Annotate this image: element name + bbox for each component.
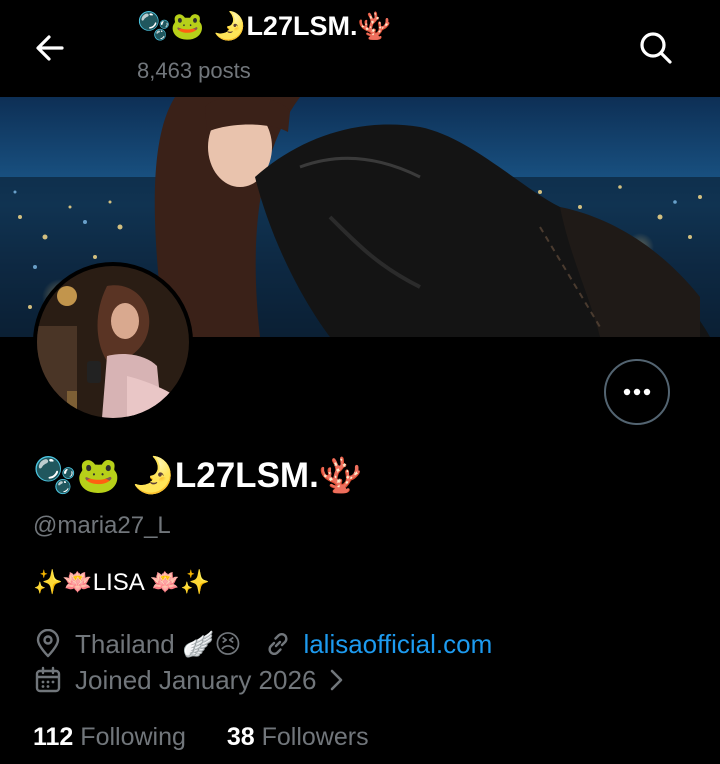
display-name-emoji-suffix: 🪸 <box>318 456 363 496</box>
profile-website-link[interactable]: lalisaofficial.com <box>303 629 492 660</box>
profile-meta-row: Thailand 🪽😣 lalisaofficial.com <box>33 626 492 662</box>
display-name-text: L27LSM. <box>174 456 319 495</box>
header-post-count: 8,463 posts <box>137 58 251 83</box>
followers-label: Followers <box>261 723 369 751</box>
profile-joined-row: Joined January 2026 <box>33 662 348 698</box>
following-stat[interactable]: 112 Following <box>33 723 186 752</box>
profile-joined-date: Joined January 2026 <box>75 664 317 695</box>
followers-stat[interactable]: 38 Followers <box>227 723 369 752</box>
link-icon <box>268 632 288 656</box>
header-title: 🫧🐸 🌛L27LSM.🪸 <box>137 10 391 42</box>
top-bar: 🫧🐸 🌛L27LSM.🪸 8,463 posts <box>0 0 720 97</box>
profile-stats: 112 Following 38 Followers <box>33 723 369 752</box>
calendar-icon <box>35 666 61 693</box>
header-title-emoji-suffix: 🪸 <box>357 11 392 42</box>
followers-count: 38 <box>226 723 255 751</box>
profile-bio: ✨🪷LISA 🪷✨ <box>33 569 210 596</box>
more-dots-icon <box>623 388 651 396</box>
profile-display-name: 🫧🐸 🌛L27LSM.🪸 <box>33 455 362 496</box>
chevron-right-icon[interactable] <box>324 665 348 695</box>
display-name-emoji-prefix: 🫧🐸 🌛 <box>33 456 175 496</box>
profile-location: Thailand 🪽😣 <box>75 628 242 659</box>
header-title-emoji-prefix: 🫧🐸 🌛 <box>137 11 247 42</box>
search-icon <box>640 32 672 64</box>
location-pin-icon <box>36 629 60 658</box>
profile-avatar[interactable] <box>33 262 193 422</box>
profile-handle: @maria27_L <box>33 512 171 539</box>
back-arrow-icon <box>36 35 64 61</box>
search-button[interactable] <box>636 28 676 68</box>
back-button[interactable] <box>30 28 70 68</box>
following-label: Following <box>80 723 186 751</box>
more-options-button[interactable] <box>604 359 670 425</box>
header-title-name: L27LSM. <box>246 11 358 41</box>
following-count: 112 <box>33 723 74 751</box>
